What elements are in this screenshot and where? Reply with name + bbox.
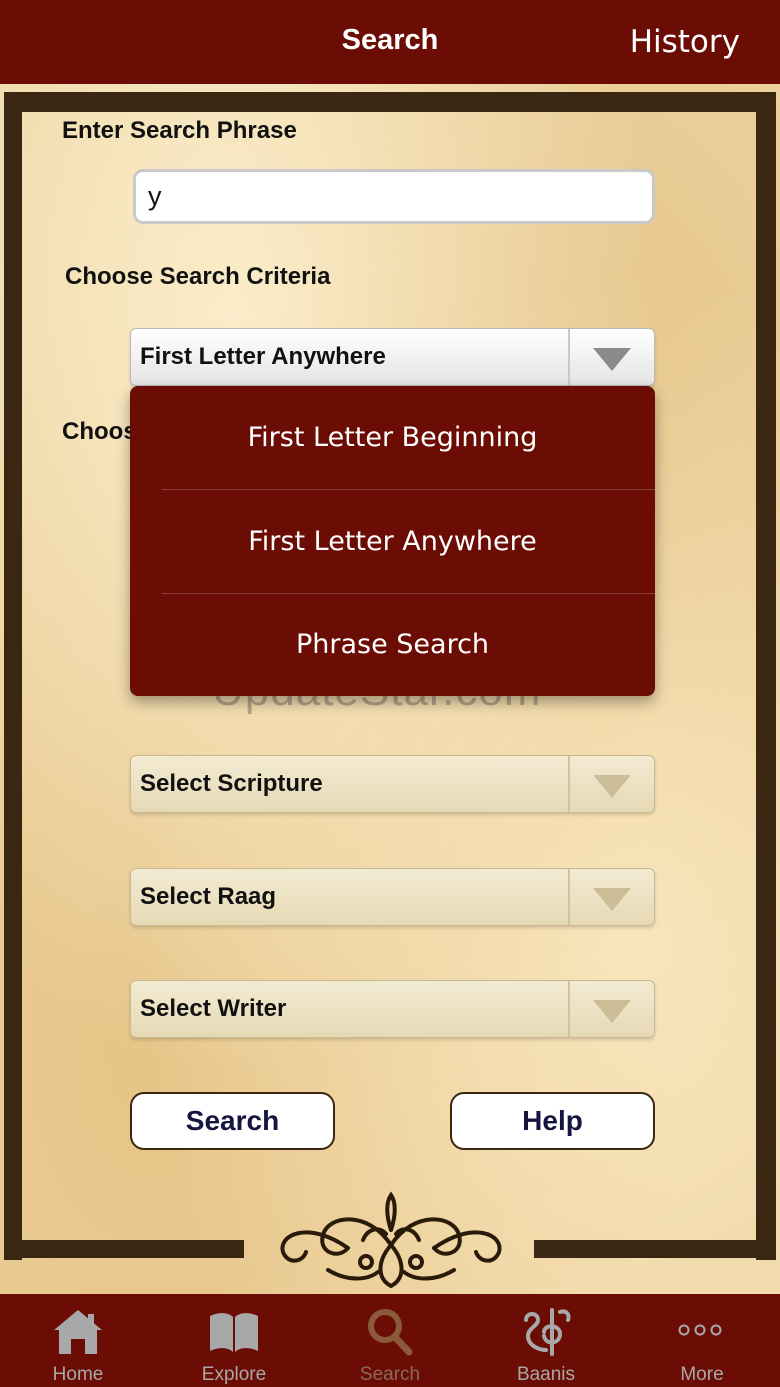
search-phrase-label: Enter Search Phrase: [62, 117, 297, 144]
tab-label: Search: [359, 1364, 421, 1385]
select-divider: [568, 981, 570, 1037]
tab-label: More: [680, 1364, 724, 1385]
search-icon: [368, 1309, 413, 1356]
dropdown-option-first-letter-beginning[interactable]: First Letter Beginning: [130, 386, 655, 490]
more-icon: [678, 1324, 722, 1336]
nav-bar: Search History: [0, 0, 780, 84]
help-button[interactable]: Help: [450, 1092, 655, 1150]
tab-label: Baanis: [516, 1364, 576, 1385]
search-phrase-input[interactable]: [133, 169, 655, 224]
tab-home[interactable]: Home: [0, 1294, 156, 1387]
dropdown-arrow-icon[interactable]: [593, 775, 631, 798]
select-divider: [568, 869, 570, 925]
frame-border-right: [756, 92, 776, 1260]
writer-select-value: Select Writer: [140, 995, 287, 1022]
search-criteria-label: Choose Search Criteria: [65, 263, 331, 290]
dropdown-option-first-letter-anywhere[interactable]: First Letter Anywhere: [130, 490, 655, 594]
frame-border-bottom-left: [4, 1240, 244, 1258]
writer-select[interactable]: Select Writer: [130, 980, 655, 1038]
criteria-dropdown-menu: First Letter Beginning First Letter Anyw…: [130, 386, 655, 696]
tab-label: Explore: [201, 1364, 267, 1385]
scripture-select-value: Select Scripture: [140, 770, 323, 797]
tab-search[interactable]: Search: [312, 1294, 468, 1387]
tab-explore[interactable]: Explore: [156, 1294, 312, 1387]
raag-select-value: Select Raag: [140, 883, 277, 910]
history-button[interactable]: History: [630, 24, 740, 60]
search-button[interactable]: Search: [130, 1092, 335, 1150]
frame-border-left: [4, 92, 22, 1260]
khanda-icon: [524, 1308, 571, 1356]
ornament-flourish-icon: [280, 1191, 502, 1289]
select-divider: [568, 756, 570, 812]
raag-select[interactable]: Select Raag: [130, 868, 655, 926]
dropdown-option-phrase-search[interactable]: Phrase Search: [130, 593, 655, 697]
dropdown-arrow-icon[interactable]: [593, 1000, 631, 1023]
tab-more[interactable]: More: [624, 1294, 780, 1387]
frame-border-bottom-right: [534, 1240, 776, 1258]
tab-label: Home: [52, 1364, 104, 1385]
tab-bar: Home Explore Search Baanis More: [0, 1294, 780, 1387]
book-icon: [210, 1313, 258, 1352]
select-divider: [568, 329, 570, 385]
frame-border-top: [4, 92, 776, 112]
home-icon: [54, 1310, 102, 1354]
criteria-select[interactable]: First Letter Anywhere: [130, 328, 655, 386]
dropdown-arrow-icon[interactable]: [593, 348, 631, 371]
criteria-select-value: First Letter Anywhere: [140, 343, 386, 370]
dropdown-arrow-icon[interactable]: [593, 888, 631, 911]
scripture-select[interactable]: Select Scripture: [130, 755, 655, 813]
tab-baanis[interactable]: Baanis: [468, 1294, 624, 1387]
obscured-label: Choos: [62, 418, 137, 445]
